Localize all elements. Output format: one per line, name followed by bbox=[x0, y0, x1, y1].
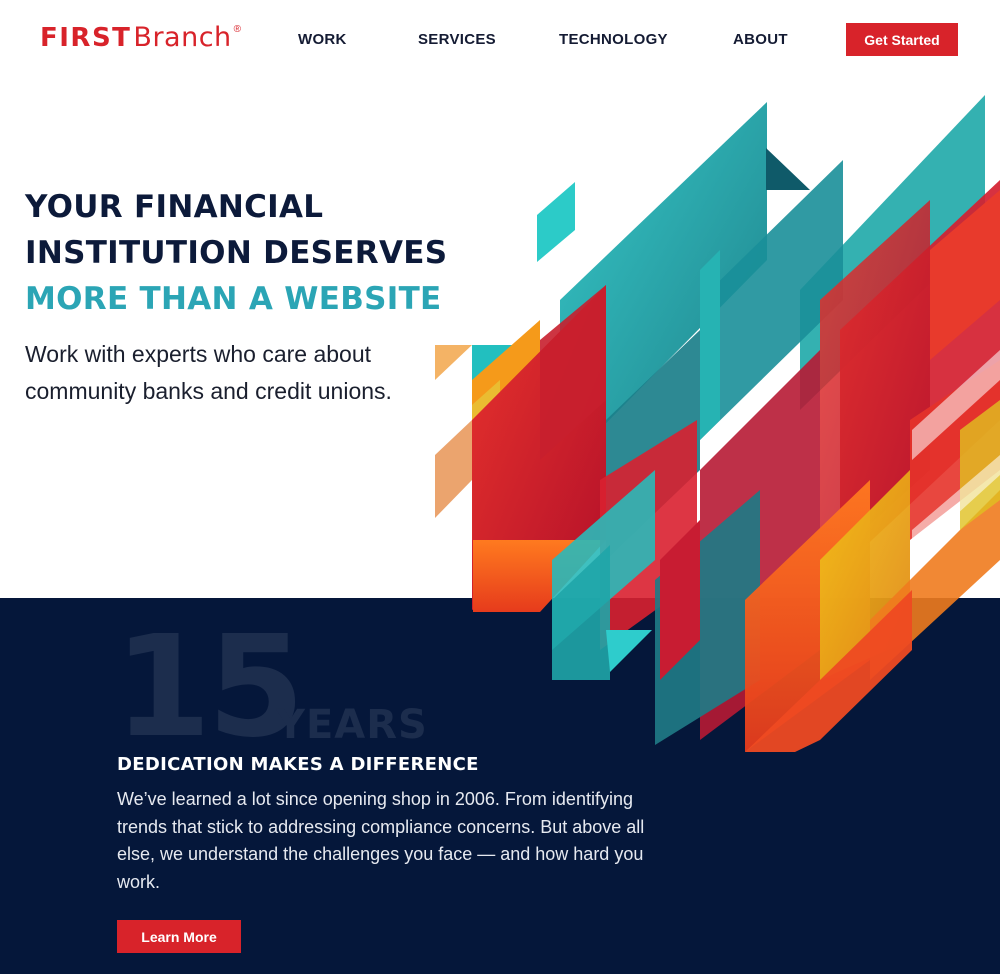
years-label: YEARS bbox=[276, 702, 428, 748]
logo-first: FIRST bbox=[40, 23, 132, 53]
dedication-body: We’ve learned a lot since opening shop i… bbox=[117, 789, 645, 892]
site-header: FIRST Branch ® WORK SERVICES TECHNOLOGY … bbox=[0, 0, 1000, 80]
learn-more-button[interactable]: Learn More bbox=[117, 920, 241, 953]
get-started-button[interactable]: Get Started bbox=[846, 23, 958, 56]
hero-heading-line-1: YOUR FINANCIAL bbox=[25, 189, 324, 225]
nav-about[interactable]: ABOUT bbox=[733, 31, 788, 48]
nav-services[interactable]: SERVICES bbox=[418, 31, 496, 48]
nav-technology[interactable]: TECHNOLOGY bbox=[559, 31, 668, 48]
logo-registered-mark: ® bbox=[233, 24, 242, 35]
dedication-title: DEDICATION MAKES A DIFFERENCE bbox=[117, 754, 479, 775]
nav-work[interactable]: WORK bbox=[298, 31, 347, 48]
hero-heading-line-2: INSTITUTION DESERVES bbox=[25, 235, 448, 271]
hero-heading: YOUR FINANCIAL INSTITUTION DESERVES MORE… bbox=[25, 184, 495, 322]
logo[interactable]: FIRST Branch ® bbox=[40, 22, 241, 53]
logo-branch: Branch bbox=[133, 22, 232, 53]
hero-heading-accent: MORE THAN A WEBSITE bbox=[25, 281, 442, 317]
hero-subtext: Work with experts who care about communi… bbox=[25, 341, 392, 404]
years-number: 15 bbox=[114, 606, 305, 769]
